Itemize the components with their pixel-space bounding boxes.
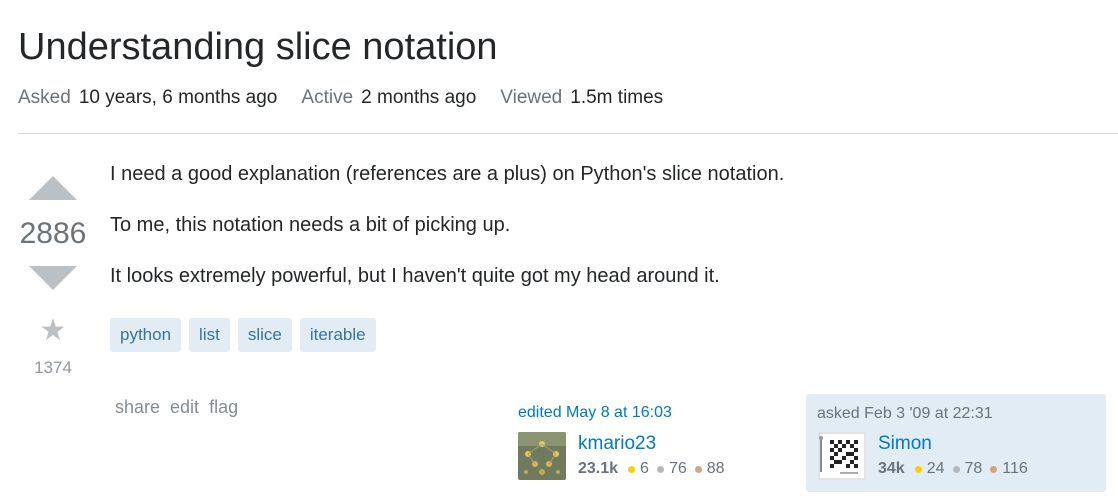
reputation-score: 23.1k — [578, 460, 619, 477]
owner-avatar[interactable] — [818, 432, 866, 480]
tag-list[interactable]: list — [189, 318, 230, 352]
reputation-score: 34k — [878, 460, 905, 477]
editor-usercard: kmario23 23.1k 6 76 88 — [518, 432, 788, 480]
tag-slice[interactable]: slice — [237, 318, 292, 352]
body-paragraph: It looks extremely powerful, but I haven… — [110, 265, 720, 287]
silver-badge-icon — [656, 465, 664, 473]
gold-badge-icon — [914, 465, 922, 473]
owner-name[interactable]: Simon — [878, 432, 1030, 456]
viewed-info: Viewed 1.5m times — [500, 86, 663, 110]
owner-reputation: 34k 24 78 116 — [878, 458, 1030, 480]
tag-iterable[interactable]: iterable — [299, 318, 376, 352]
vote-count: 2886 — [19, 217, 87, 250]
asked-label: Asked — [18, 87, 71, 108]
silver-badge-count: 78 — [964, 460, 983, 477]
silver-badge-icon — [952, 465, 960, 473]
flag-link[interactable]: flag — [209, 397, 238, 418]
gold-badge-count: 24 — [926, 460, 945, 477]
edited-timestamp[interactable]: edited May 8 at 16:03 — [518, 402, 788, 424]
owner-usercard: Simon 34k 24 78 116 — [818, 432, 1030, 480]
edit-link[interactable]: edit — [170, 397, 199, 418]
editor-reputation: 23.1k 6 76 88 — [578, 458, 727, 480]
silver-badges: 76 — [655, 458, 687, 480]
upvote-arrow-icon[interactable] — [29, 176, 77, 200]
viewed-label: Viewed — [500, 87, 563, 108]
silver-badges: 78 — [951, 458, 983, 480]
asked-info: Asked 10 years, 6 months ago — [18, 86, 277, 110]
share-link[interactable]: share — [115, 397, 160, 418]
bronze-badge-icon — [694, 465, 702, 473]
active-label: Active — [301, 87, 354, 108]
bronze-badge-count: 116 — [1002, 460, 1028, 477]
bronze-badges: 88 — [693, 458, 725, 480]
active-value[interactable]: 2 months ago — [361, 87, 476, 108]
owner-signature: asked Feb 3 '09 at 22:31 Simon 34k 24 78… — [806, 394, 1106, 492]
star-icon[interactable]: ★ — [40, 316, 67, 346]
editor-signature: edited May 8 at 16:03 kmario23 23.1k 6 7… — [518, 402, 788, 480]
active-info: Active 2 months ago — [301, 86, 476, 110]
asked-timestamp[interactable]: asked Feb 3 '09 at 22:31 — [817, 403, 993, 425]
body-paragraph: I need a good explanation (references ar… — [110, 163, 785, 185]
gold-badge-count: 6 — [640, 460, 649, 477]
bronze-badge-count: 88 — [706, 460, 725, 477]
question-title[interactable]: Understanding slice notation — [18, 24, 498, 70]
viewed-value: 1.5m times — [570, 87, 664, 108]
editor-avatar[interactable] — [518, 432, 566, 480]
bronze-badges: 116 — [988, 458, 1028, 480]
favorite-count: 1374 — [34, 358, 72, 377]
gold-badges: 6 — [626, 458, 649, 480]
post-body: I need a good explanation (references ar… — [110, 160, 1110, 313]
body-paragraph: To me, this notation needs a bit of pick… — [110, 214, 511, 236]
post-menu: share edit flag — [115, 397, 238, 418]
header-divider — [18, 133, 1118, 134]
tag-python[interactable]: python — [110, 318, 182, 352]
vote-cell: 2886 ★ 1374 — [14, 168, 92, 378]
gold-badge-icon — [628, 465, 636, 473]
bronze-badge-icon — [990, 465, 998, 473]
asked-value: 10 years, 6 months ago — [78, 87, 278, 108]
gold-badges: 24 — [913, 458, 945, 480]
downvote-arrow-icon[interactable] — [29, 266, 77, 290]
silver-badge-count: 76 — [668, 460, 687, 477]
editor-info: kmario23 23.1k 6 76 88 — [578, 432, 727, 480]
tag-list: python list slice iterable — [110, 318, 376, 352]
owner-info: Simon 34k 24 78 116 — [878, 432, 1030, 480]
question-meta: Asked 10 years, 6 months ago Active 2 mont… — [18, 86, 663, 110]
editor-name[interactable]: kmario23 — [578, 432, 727, 456]
